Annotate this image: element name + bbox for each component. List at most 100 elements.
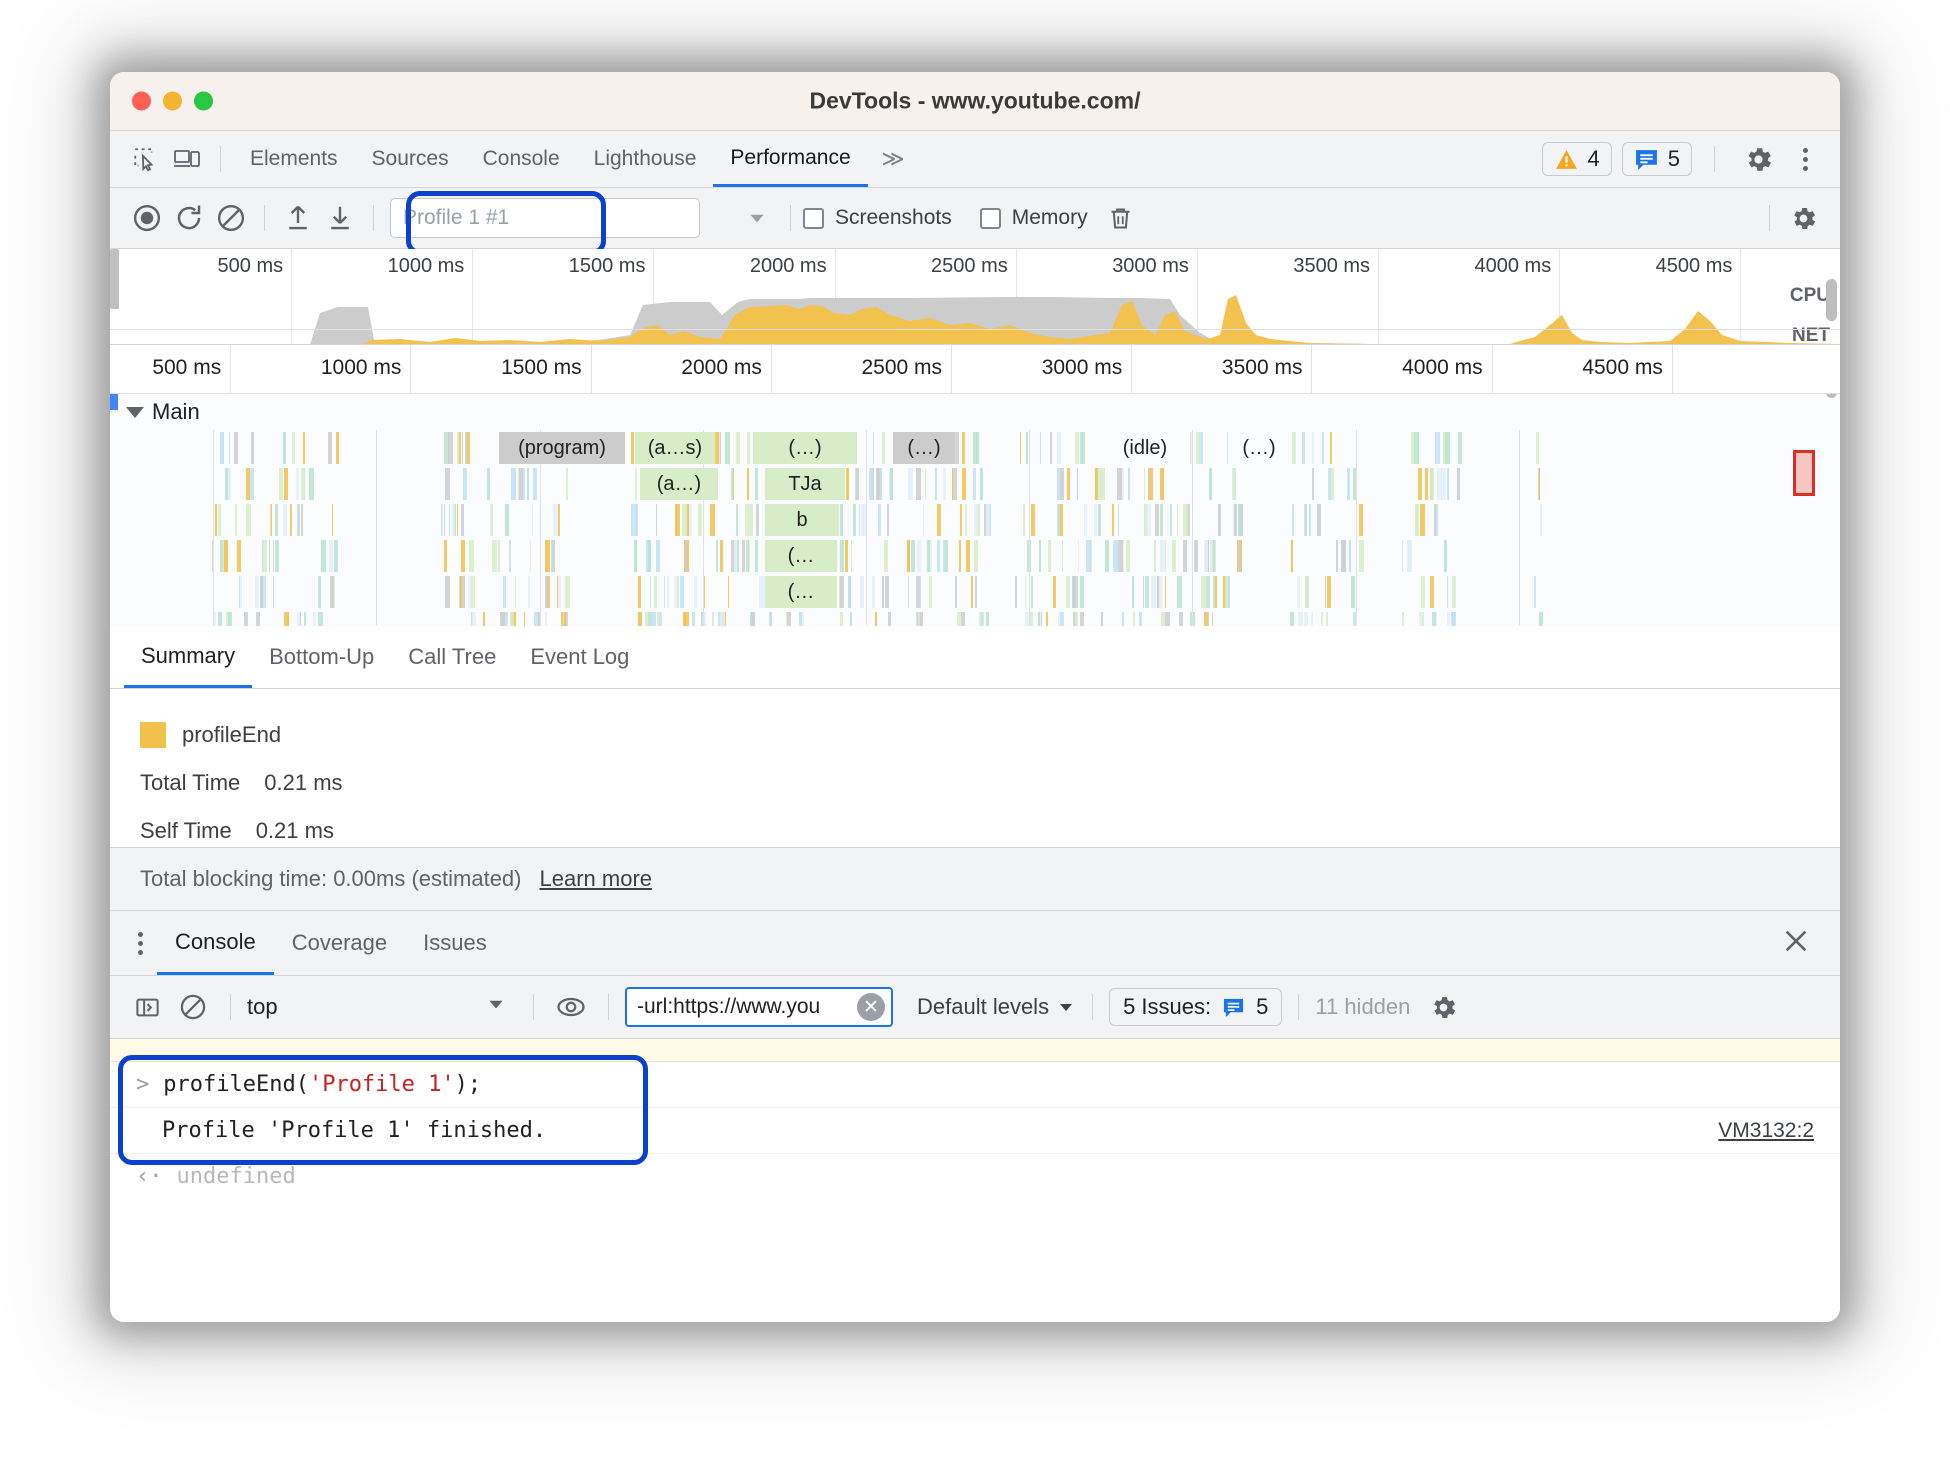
flame-micro-bar[interactable] [961, 432, 965, 464]
flame-micro-bar[interactable] [1079, 576, 1084, 608]
flame-micro-bar[interactable] [1040, 612, 1042, 626]
flame-micro-bar[interactable] [1072, 576, 1076, 608]
flame-micro-bar[interactable] [880, 468, 883, 500]
flame-micro-bar[interactable] [268, 540, 271, 572]
flame-micro-bar[interactable] [920, 612, 924, 626]
tab-console[interactable]: Console [466, 131, 577, 187]
flame-micro-bar[interactable] [1113, 540, 1118, 572]
flame-micro-bar[interactable] [1165, 576, 1167, 608]
flame-micro-bar[interactable] [532, 468, 538, 500]
flame-micro-bar[interactable] [884, 576, 889, 608]
flame-micro-bar[interactable] [321, 540, 326, 572]
flame-micro-bar[interactable] [850, 612, 852, 626]
flame-micro-bar[interactable] [1148, 468, 1151, 500]
flame-chart[interactable]: Main (program) (a…s) (…) (…) (idle) (…) (a…) TJ… [110, 394, 1840, 626]
flame-micro-bar[interactable] [249, 468, 255, 500]
flame-micro-bar[interactable] [1046, 612, 1049, 626]
flame-micro-bar[interactable] [973, 540, 978, 572]
flame-bar[interactable]: (…) [893, 432, 955, 464]
flame-micro-bar[interactable] [725, 432, 731, 464]
flame-micro-bar[interactable] [736, 504, 738, 536]
flame-micro-bar[interactable] [630, 504, 633, 536]
flame-micro-bar[interactable] [1417, 468, 1422, 500]
flame-micro-bar[interactable] [260, 576, 264, 608]
flame-micro-bar[interactable] [654, 576, 658, 608]
memory-checkbox-box[interactable] [979, 207, 1001, 229]
flame-micro-bar[interactable] [887, 612, 892, 626]
flame-micro-bar[interactable] [1049, 432, 1052, 464]
flame-micro-bar[interactable] [1118, 540, 1123, 572]
flame-bar[interactable]: (…) [753, 432, 857, 464]
flame-micro-bar[interactable] [1321, 432, 1324, 464]
flame-micro-bar[interactable] [1424, 468, 1428, 500]
flame-micro-bar[interactable] [943, 540, 946, 572]
flame-micro-bar[interactable] [1539, 504, 1543, 536]
flame-micro-bar[interactable] [746, 540, 750, 572]
flame-micro-bar[interactable] [1207, 612, 1210, 626]
flame-micro-bar[interactable] [1121, 468, 1124, 500]
flame-micro-bar[interactable] [958, 540, 962, 572]
flame-micro-bar[interactable] [1312, 432, 1314, 464]
flame-micro-bar[interactable] [656, 540, 660, 572]
flame-micro-bar[interactable] [299, 612, 301, 626]
flame-micro-bar[interactable] [734, 540, 737, 572]
flame-micro-bar[interactable] [727, 576, 729, 608]
flame-micro-bar[interactable] [970, 576, 974, 608]
flame-micro-bar[interactable] [1019, 432, 1021, 464]
flame-micro-bar[interactable] [986, 612, 989, 626]
flame-micro-bar[interactable] [274, 540, 280, 572]
flame-micro-bar[interactable] [908, 468, 913, 500]
flame-micro-bar[interactable] [510, 468, 516, 500]
clear-filter-icon[interactable]: ✕ [857, 993, 885, 1021]
flame-micro-bar[interactable] [787, 612, 792, 626]
flame-micro-bar[interactable] [656, 612, 661, 626]
flame-micro-bar[interactable] [1415, 504, 1420, 536]
flame-micro-bar[interactable] [303, 432, 305, 464]
flame-micro-bar[interactable] [1232, 468, 1235, 500]
flame-micro-bar[interactable] [638, 612, 642, 626]
flame-micro-bar[interactable] [1104, 540, 1109, 572]
flame-micro-bar[interactable] [1336, 540, 1339, 572]
flame-micro-bar[interactable] [1538, 468, 1541, 500]
flame-bar[interactable]: (… [765, 540, 837, 572]
flame-micro-bar[interactable] [503, 576, 506, 608]
flame-micro-bar[interactable] [1168, 612, 1170, 626]
flame-micro-bar[interactable] [882, 576, 884, 608]
flame-micro-bar[interactable] [845, 468, 849, 500]
flame-micro-bar[interactable] [1094, 504, 1097, 536]
flame-micro-bar[interactable] [648, 540, 652, 572]
flame-micro-bar[interactable] [1066, 468, 1070, 500]
flame-micro-bar[interactable] [1057, 504, 1060, 536]
flame-micro-bar[interactable] [441, 504, 443, 536]
flame-micro-bar[interactable] [1195, 432, 1200, 464]
flame-micro-bar[interactable] [296, 504, 301, 536]
flame-micro-bar[interactable] [1458, 432, 1462, 464]
flame-micro-bar[interactable] [215, 504, 217, 536]
flame-micro-bar[interactable] [471, 612, 476, 626]
flame-micro-bar[interactable] [1342, 540, 1346, 572]
flame-micro-bar[interactable] [1443, 540, 1447, 572]
flame-micro-bar[interactable] [1193, 540, 1199, 572]
flame-micro-bar[interactable] [1177, 504, 1179, 536]
flame-micro-bar[interactable] [456, 432, 459, 464]
flame-micro-bar[interactable] [683, 612, 687, 626]
flame-micro-bar[interactable] [689, 504, 693, 536]
drawer-tab-coverage[interactable]: Coverage [274, 911, 405, 975]
more-tabs-icon[interactable]: ≫ [868, 146, 916, 172]
flame-micro-bar[interactable] [467, 576, 472, 608]
flame-micro-bar[interactable] [461, 432, 463, 464]
flame-micro-bar[interactable] [1117, 504, 1120, 536]
flame-micro-bar[interactable] [715, 540, 718, 572]
flame-micro-bar[interactable] [1326, 612, 1329, 626]
flame-micro-bar[interactable] [329, 540, 333, 572]
flame-micro-bar[interactable] [887, 504, 889, 536]
flame-micro-bar[interactable] [1112, 504, 1115, 536]
flame-micro-bar[interactable] [304, 612, 307, 626]
flame-micro-bar[interactable] [1447, 612, 1450, 626]
flame-micro-bar[interactable] [1407, 540, 1412, 572]
flame-micro-bar[interactable] [462, 576, 466, 608]
flame-micro-bar[interactable] [1139, 612, 1143, 626]
flame-micro-bar[interactable] [1143, 468, 1145, 500]
flame-micro-bar[interactable] [1312, 468, 1315, 500]
flame-micro-bar[interactable] [1290, 612, 1295, 626]
